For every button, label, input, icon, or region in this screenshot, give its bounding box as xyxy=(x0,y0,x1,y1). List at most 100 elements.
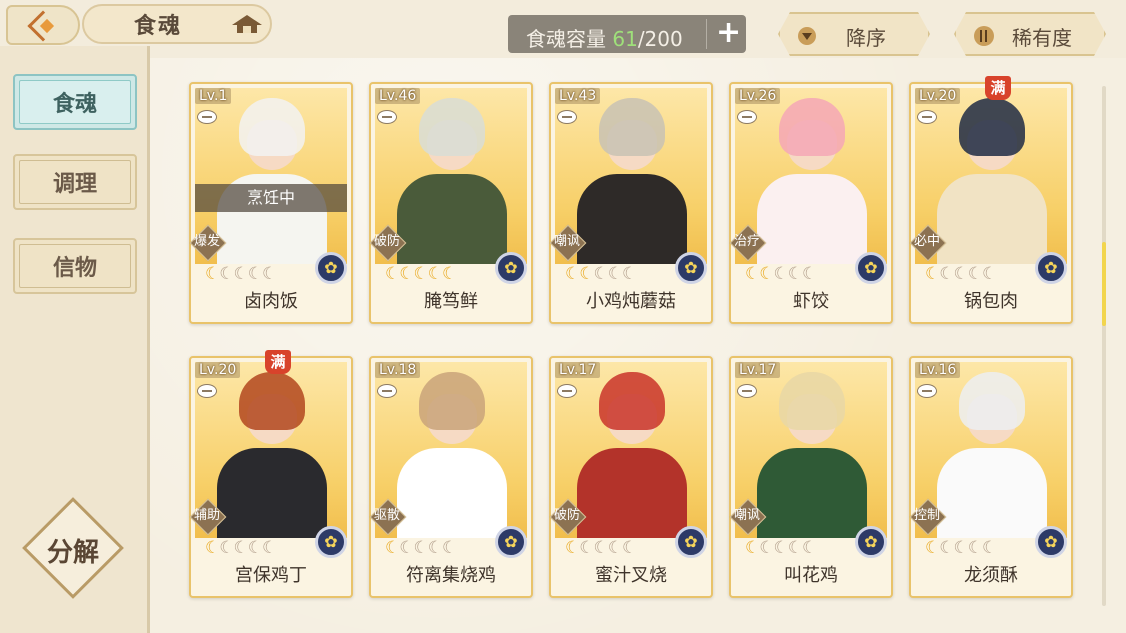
element-icon: ✿ xyxy=(855,252,887,284)
maxed-badge: 满 xyxy=(985,76,1011,100)
food-soul-card[interactable]: Lv.46 破防 ☾☾☾☾☾ ✿ 腌笃鲜 xyxy=(369,82,533,324)
star-icon: ☾ xyxy=(413,264,429,284)
star-icon: ☾ xyxy=(427,264,443,284)
lock-toggle-icon[interactable] xyxy=(377,110,397,124)
food-soul-card[interactable]: Lv.18 驱散 ☾☾☾☾☾ ✿ 符离集烧鸡 xyxy=(369,356,533,598)
lock-toggle-icon[interactable] xyxy=(197,110,217,124)
star-icon: ☾ xyxy=(247,538,263,558)
scrollbar-track[interactable] xyxy=(1102,86,1106,606)
back-button[interactable] xyxy=(6,5,80,45)
star-icon: ☾ xyxy=(205,538,220,558)
star-icon: ☾ xyxy=(413,538,429,558)
lock-toggle-icon[interactable] xyxy=(917,384,937,398)
character-outfit xyxy=(757,174,867,264)
element-icon: ✿ xyxy=(315,252,347,284)
level-label: Lv.17 xyxy=(555,362,601,378)
character-hair xyxy=(239,372,305,430)
star-icon: ☾ xyxy=(745,264,760,284)
food-soul-name: 卤肉饭 xyxy=(244,291,298,312)
expand-capacity-button[interactable]: + xyxy=(716,17,741,49)
food-soul-card[interactable]: Lv.20 满必中 ☾☾☾☾☾ ✿ 锅包肉 xyxy=(909,76,1073,324)
star-icon: ☾ xyxy=(565,538,580,558)
star-icon: ☾ xyxy=(247,264,263,284)
sort-by-label: 稀有度 xyxy=(1012,26,1072,50)
character-hair xyxy=(959,98,1025,156)
role-label: 治疗 xyxy=(733,234,760,249)
star-icon: ☾ xyxy=(233,538,249,558)
character-hair xyxy=(419,372,485,430)
food-soul-name: 龙须酥 xyxy=(964,565,1018,586)
element-icon: ✿ xyxy=(495,252,527,284)
level-label: Lv.18 xyxy=(375,362,421,378)
food-soul-card[interactable]: Lv.17 破防 ☾☾☾☾☾ ✿ 蜜汁叉烧 xyxy=(549,356,713,598)
food-soul-card[interactable]: Lv.26 治疗 ☾☾☾☾☾ ✿ 虾饺 xyxy=(729,82,893,324)
lock-toggle-icon[interactable] xyxy=(557,384,577,398)
character-hair xyxy=(599,98,665,156)
star-icon: ☾ xyxy=(262,264,277,284)
capacity-current: 61 xyxy=(612,27,638,51)
sidebar-item-tokens[interactable]: 信物 xyxy=(13,238,137,294)
star-icon: ☾ xyxy=(759,264,774,284)
character-hair xyxy=(599,372,665,430)
decompose-button[interactable]: 分解 xyxy=(22,497,124,599)
star-icon: ☾ xyxy=(442,264,457,284)
pavilion-icon xyxy=(232,15,262,33)
star-rating: ☾☾☾☾☾ xyxy=(745,538,817,558)
star-icon: ☾ xyxy=(939,538,954,558)
star-icon: ☾ xyxy=(219,538,234,558)
character-outfit xyxy=(937,174,1047,264)
role-label: 嘲讽 xyxy=(733,508,760,523)
role-badge: 控制 xyxy=(909,498,947,536)
star-rating: ☾☾☾☾☾ xyxy=(385,264,457,284)
page-title: 食魂 xyxy=(134,13,183,39)
role-badge: 爆发 xyxy=(189,224,227,262)
star-icon: ☾ xyxy=(593,538,609,558)
lock-toggle-icon[interactable] xyxy=(377,384,397,398)
star-icon: ☾ xyxy=(773,538,789,558)
food-soul-card[interactable]: Lv.43 嘲讽 ☾☾☾☾☾ ✿ 小鸡炖蘑菇 xyxy=(549,82,713,324)
lock-toggle-icon[interactable] xyxy=(737,110,757,124)
sidebar-item-seasoning[interactable]: 调理 xyxy=(13,154,137,210)
food-soul-name: 蜜汁叉烧 xyxy=(595,565,667,586)
food-soul-card[interactable]: Lv.16 控制 ☾☾☾☾☾ ✿ 龙须酥 xyxy=(909,356,1073,598)
character-outfit xyxy=(217,448,327,538)
lock-toggle-icon[interactable] xyxy=(557,110,577,124)
role-label: 嘲讽 xyxy=(553,234,580,249)
sort-by-button[interactable]: 稀有度 xyxy=(954,12,1106,56)
character-outfit xyxy=(397,448,507,538)
lock-toggle-icon[interactable] xyxy=(737,384,757,398)
sidebar-item-food-souls[interactable]: 食魂 xyxy=(13,74,137,130)
star-icon: ☾ xyxy=(607,538,623,558)
food-soul-card[interactable]: Lv.17 嘲讽 ☾☾☾☾☾ ✿ 叫花鸡 xyxy=(729,356,893,598)
food-soul-card[interactable]: Lv.20 满辅助 ☾☾☾☾☾ ✿ 宫保鸡丁 xyxy=(189,350,353,598)
level-label: Lv.1 xyxy=(195,88,232,104)
star-icon: ☾ xyxy=(205,264,220,284)
food-soul-card[interactable]: Lv.1 烹饪中 爆发 ☾☾☾☾☾ ✿ 卤肉饭 xyxy=(189,82,353,324)
level-label: Lv.20 xyxy=(915,88,961,104)
sort-order-button[interactable]: 降序 xyxy=(778,12,930,56)
star-rating: ☾☾☾☾☾ xyxy=(385,538,457,558)
decompose-label: 分解 xyxy=(46,538,99,568)
element-icon: ✿ xyxy=(675,526,707,558)
level-label: Lv.43 xyxy=(555,88,601,104)
character-outfit xyxy=(397,174,507,264)
star-icon: ☾ xyxy=(565,264,580,284)
star-icon: ☾ xyxy=(982,538,997,558)
role-label: 必中 xyxy=(913,234,940,249)
element-icon: ✿ xyxy=(495,526,527,558)
sort-order-label: 降序 xyxy=(846,26,886,50)
role-badge: 嘲讽 xyxy=(549,224,587,262)
food-soul-name: 腌笃鲜 xyxy=(424,291,478,312)
food-soul-name: 小鸡炖蘑菇 xyxy=(586,291,676,312)
star-icon: ☾ xyxy=(953,538,969,558)
star-icon: ☾ xyxy=(745,538,760,558)
scrollbar-thumb[interactable] xyxy=(1102,242,1106,326)
element-icon: ✿ xyxy=(1035,526,1067,558)
character-hair xyxy=(779,98,845,156)
level-label: Lv.20 xyxy=(195,362,241,378)
lock-toggle-icon[interactable] xyxy=(917,110,937,124)
character-outfit xyxy=(757,448,867,538)
lock-toggle-icon[interactable] xyxy=(197,384,217,398)
element-icon: ✿ xyxy=(855,526,887,558)
star-icon: ☾ xyxy=(399,538,414,558)
